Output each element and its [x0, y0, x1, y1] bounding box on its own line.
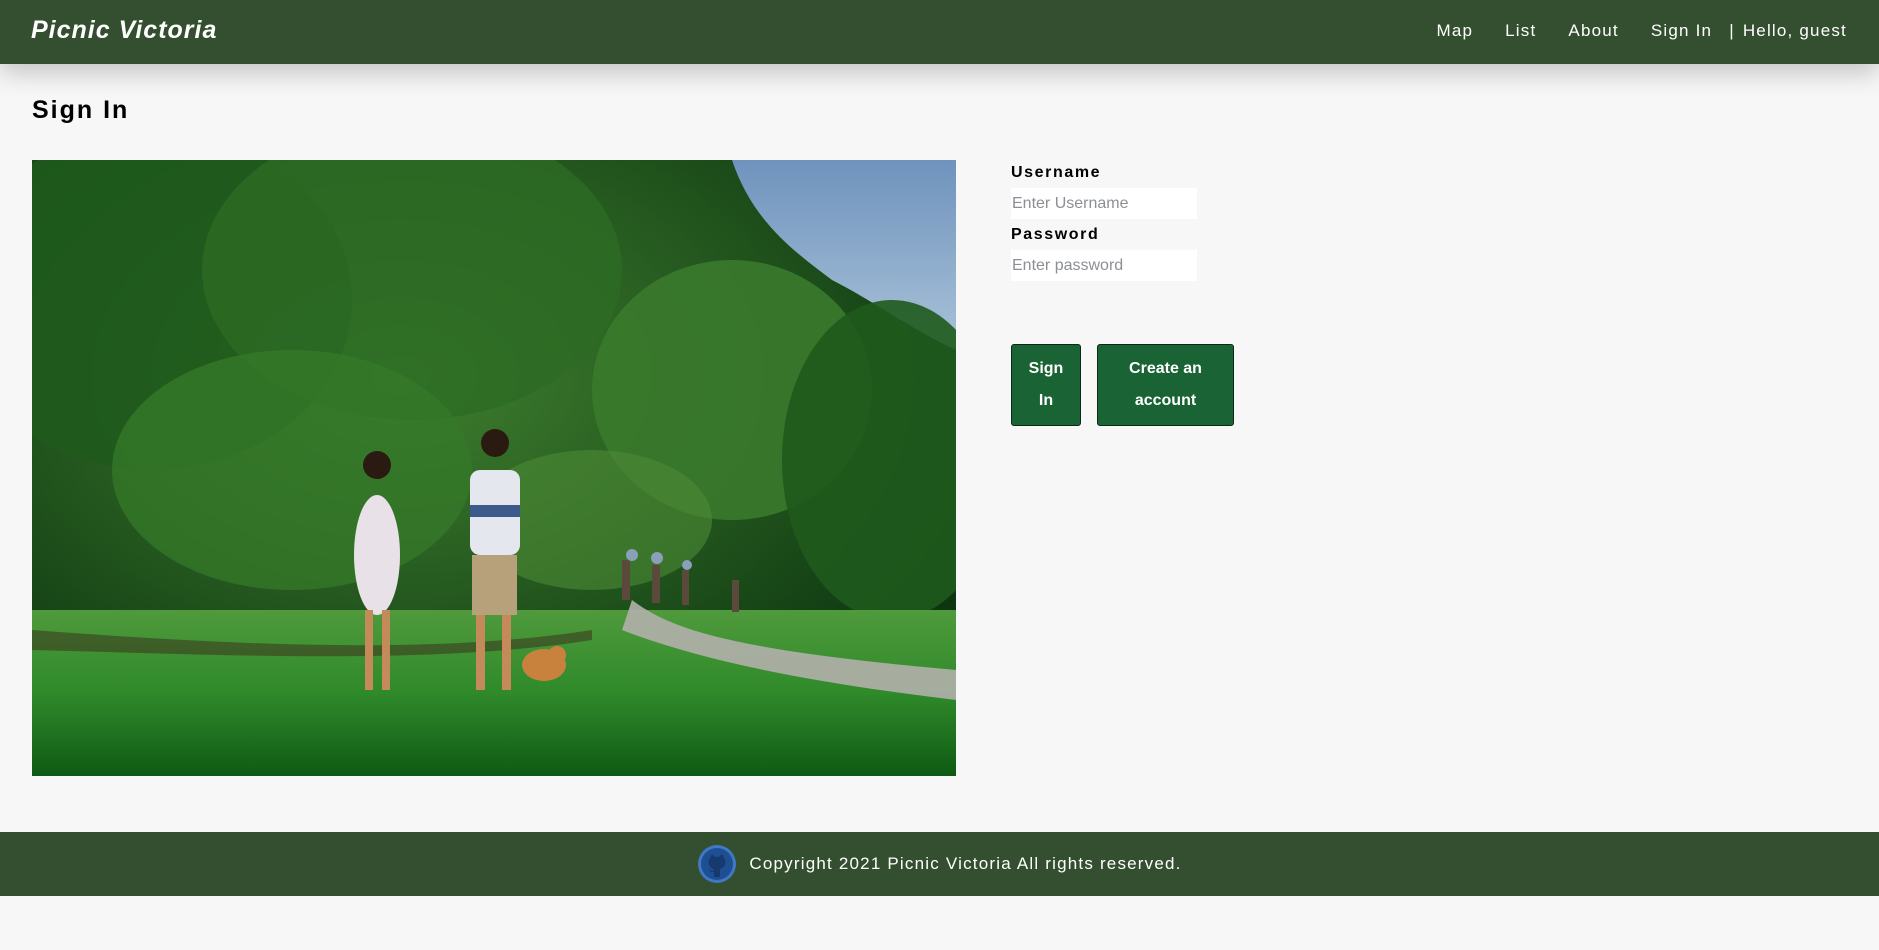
nav-link-about[interactable]: About	[1568, 21, 1618, 41]
page-title: Sign In	[32, 96, 130, 124]
park-photo	[32, 160, 956, 776]
password-label: Password	[1011, 226, 1100, 243]
username-label: Username	[1011, 164, 1102, 181]
username-input[interactable]	[1011, 188, 1197, 219]
create-account-button[interactable]: Create an account	[1097, 344, 1234, 426]
nav-link-sign-in[interactable]: Sign In	[1651, 21, 1712, 41]
footer: Copyright 2021 Picnic Victoria All right…	[0, 832, 1879, 896]
nav-separator: |	[1729, 21, 1735, 40]
brand-logo[interactable]: Picnic Victoria	[31, 16, 217, 45]
nav-link-map[interactable]: Map	[1436, 21, 1473, 41]
form-buttons: Sign In Create an account	[1011, 344, 1234, 426]
password-input[interactable]	[1011, 250, 1197, 281]
github-icon[interactable]	[697, 844, 737, 884]
copyright-text: Copyright 2021 Picnic Victoria All right…	[749, 854, 1182, 873]
user-greeting: Hello, guest	[1742, 21, 1847, 40]
nav-link-list[interactable]: List	[1505, 21, 1536, 41]
nav-links: Map List About Sign In | Hello, guest	[1404, 21, 1847, 41]
sign-in-form: Username Password	[1011, 164, 1251, 288]
hero-image	[32, 160, 956, 776]
navbar: Picnic Victoria Map List About Sign In |…	[0, 0, 1879, 64]
sign-in-button[interactable]: Sign In	[1011, 344, 1081, 426]
